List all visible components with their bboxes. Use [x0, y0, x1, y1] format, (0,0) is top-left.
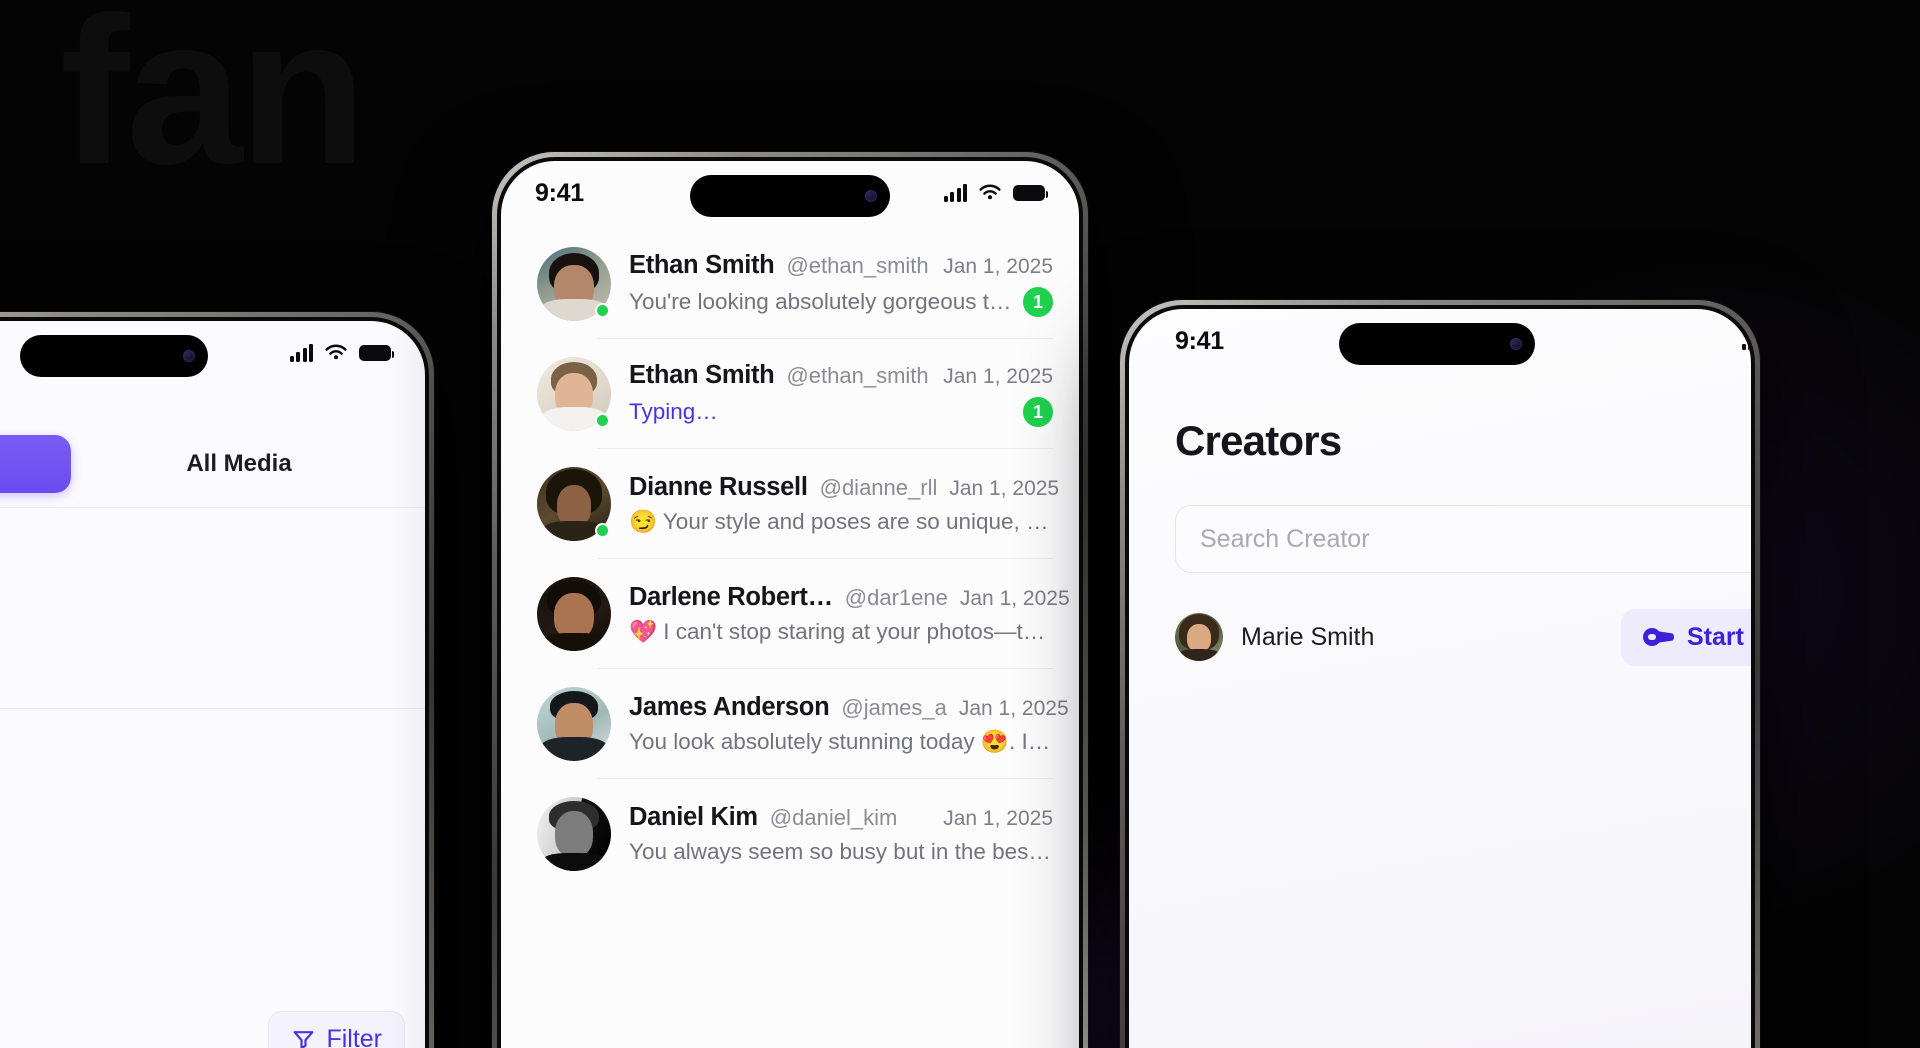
background-wordmark: fan	[60, 0, 367, 208]
conversation-date: Jan 1, 2025	[943, 365, 1053, 388]
funnel-icon	[293, 1031, 314, 1048]
wifi-icon	[325, 344, 347, 360]
conversation-name: James Anderson	[629, 693, 830, 721]
conversation-name: Darlene Robert…	[629, 583, 833, 611]
front-camera-icon	[1510, 338, 1522, 350]
filter-label: Filter	[326, 1025, 382, 1048]
creator-list-item[interactable]: Marie Smith Start C	[1175, 605, 1751, 669]
conversation-handle: @ethan_smith	[786, 253, 929, 278]
status-time: 9:41	[1175, 326, 1224, 355]
conversation-row[interactable]: Dianne Russell @dianne_rll Jan 1, 2025 😏…	[501, 449, 1079, 559]
conversation-name: Daniel Kim	[629, 803, 758, 831]
conversation-handle: @ethan_smith	[786, 363, 929, 388]
search-placeholder: Search Creator	[1200, 524, 1370, 553]
conversation-date: Jan 1, 2025	[959, 587, 1070, 610]
conversation-handle: @dar1ene	[844, 585, 948, 610]
phone-center-messages: 9:41 Ethan Smith @ethan_smith Jan 1, 202…	[492, 152, 1088, 1048]
unread-badge: 1	[1023, 287, 1053, 317]
dynamic-island	[20, 335, 208, 377]
conversation-date: Jan 1, 2025	[943, 807, 1053, 830]
messages-screen: 9:41 Ethan Smith @ethan_smith Jan 1, 202…	[501, 161, 1079, 1048]
signal-icon	[1741, 332, 1751, 350]
conversation-list[interactable]: Ethan Smith @ethan_smith Jan 1, 2025 You…	[501, 229, 1079, 1048]
start-chat-label: Start C	[1687, 622, 1751, 651]
search-creator-input[interactable]: Search Creator	[1175, 505, 1751, 573]
conversation-date: Jan 1, 2025	[949, 477, 1060, 500]
battery-icon	[359, 345, 394, 361]
dynamic-island	[690, 175, 890, 217]
battery-icon	[1013, 185, 1048, 201]
conversation-name: Dianne Russell	[629, 473, 808, 501]
conversation-preview: You look absolutely stunning today 😍. I …	[629, 729, 1053, 754]
avatar	[537, 797, 611, 871]
vault-screen: Vault All Media Filter 3	[0, 321, 425, 1048]
creators-screen: 9:41 Creators Search Creator Marie Smith…	[1129, 309, 1751, 1048]
front-camera-icon	[183, 350, 195, 362]
status-time: 9:41	[535, 178, 584, 207]
conversation-name: Ethan Smith	[629, 251, 775, 279]
conversation-preview: Typing…	[629, 399, 718, 424]
avatar	[1175, 613, 1223, 661]
conversation-row[interactable]: Ethan Smith @ethan_smith Jan 1, 2025 You…	[501, 229, 1079, 339]
front-camera-icon	[865, 190, 877, 202]
filter-button[interactable]: Filter	[268, 1011, 405, 1048]
conversation-row[interactable]: Ethan Smith @ethan_smith Jan 1, 2025 Typ…	[501, 339, 1079, 449]
wifi-icon	[979, 184, 1001, 200]
page-title: Creators	[1175, 417, 1342, 464]
avatar	[537, 577, 611, 651]
tab-all-media[interactable]: All Media	[114, 450, 364, 478]
unread-badge: 1	[1023, 397, 1053, 427]
dynamic-island	[1339, 323, 1535, 365]
tab-vault[interactable]: Vault	[0, 435, 71, 493]
conversation-date: Jan 1, 2025	[958, 697, 1069, 720]
signal-icon	[943, 184, 967, 202]
conversation-handle: @dianne_rll	[819, 475, 938, 500]
conversation-preview: 😏 Your style and poses are so unique, an…	[629, 509, 1053, 534]
conversation-preview: You're looking absolutely gorgeous to…	[629, 289, 1013, 314]
signal-icon	[289, 344, 313, 362]
conversation-date: Jan 1, 2025	[943, 255, 1053, 278]
online-indicator	[595, 303, 610, 318]
conversation-handle: @james_a	[841, 695, 947, 720]
comet-icon	[1643, 628, 1675, 646]
hero-stage: fan All Media Filter 9:41 Ethan Smith @e…	[0, 0, 1920, 1048]
conversation-name: Ethan Smith	[629, 361, 775, 389]
conversation-preview: You always seem so busy but in the best…	[629, 839, 1053, 864]
conversation-preview: 💖 I can't stop staring at your photos—th…	[629, 619, 1053, 644]
online-indicator	[595, 523, 610, 538]
phone-left-vault: Vault All Media Filter 3	[0, 312, 434, 1048]
online-indicator	[595, 413, 610, 428]
media-row-header	[0, 601, 425, 709]
start-chat-button[interactable]: Start C	[1621, 608, 1751, 666]
conversation-row[interactable]: James Anderson @james_a Jan 1, 2025 You …	[501, 669, 1079, 779]
conversation-row[interactable]: Daniel Kim @daniel_kim Jan 1, 2025 You a…	[501, 779, 1079, 889]
tabs-divider	[0, 507, 425, 508]
conversation-row[interactable]: Darlene Robert… @dar1ene Jan 1, 2025 💖 I…	[501, 559, 1079, 669]
conversation-handle: @daniel_kim	[769, 805, 898, 830]
vault-tabs: Vault All Media	[0, 425, 425, 503]
phone-right-creators: 9:41 Creators Search Creator Marie Smith…	[1120, 300, 1760, 1048]
creator-name: Marie Smith	[1241, 622, 1375, 651]
avatar	[537, 687, 611, 761]
